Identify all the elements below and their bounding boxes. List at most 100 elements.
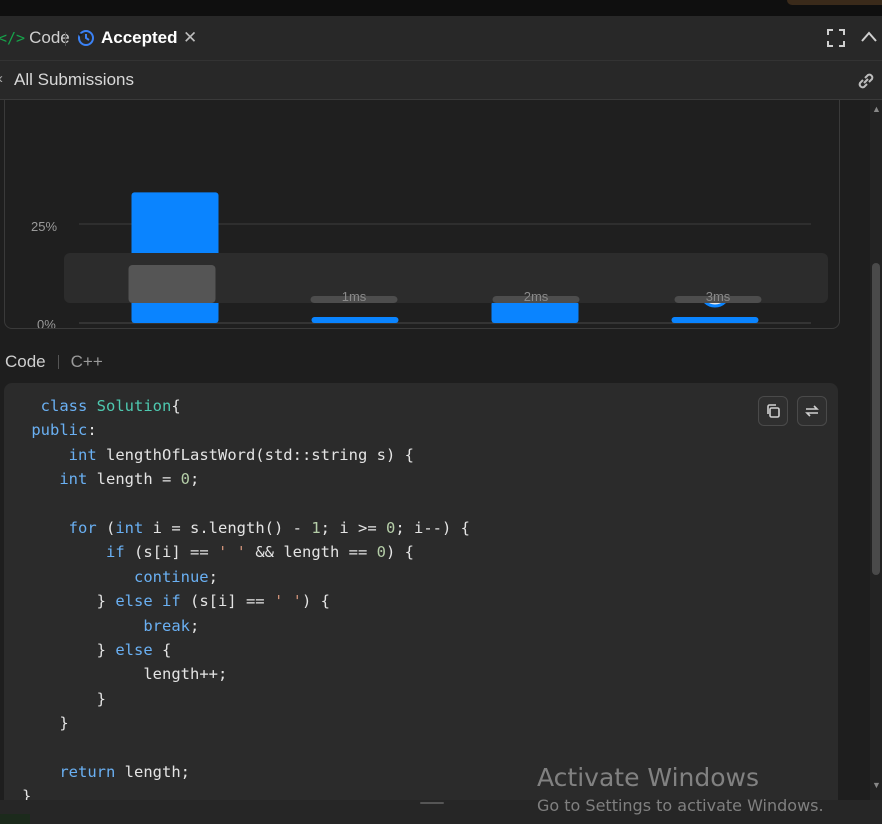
navigator-label-2ms: 2ms xyxy=(524,289,549,303)
code-token: ; xyxy=(208,567,218,586)
code-token: 0 xyxy=(180,470,190,489)
code-icon: </> xyxy=(0,29,26,47)
submission-header: ‹ All Submissions xyxy=(0,61,882,100)
scrollbar-thumb[interactable] xyxy=(872,263,880,575)
code-token: public xyxy=(31,421,88,440)
code-token: (s[i] == xyxy=(134,543,218,562)
code-token: ; xyxy=(190,470,200,489)
code-token: return xyxy=(59,763,125,781)
tab-accepted-label: Accepted xyxy=(101,28,178,47)
tab-accepted[interactable]: Accepted xyxy=(77,26,178,50)
bar-2ms[interactable] xyxy=(491,301,579,323)
bar-1ms[interactable] xyxy=(311,317,399,323)
link-icon[interactable] xyxy=(855,71,877,96)
swap-icon xyxy=(805,405,819,417)
open-in-editor-button[interactable] xyxy=(797,396,827,426)
y-tick-label-0: 0% xyxy=(37,317,56,328)
close-tab-icon[interactable]: ✕ xyxy=(183,28,197,48)
tab-divider xyxy=(65,32,66,46)
code-token: class xyxy=(40,397,97,415)
copy-icon xyxy=(767,404,780,418)
code-line: } else { xyxy=(22,640,172,660)
scroll-down-icon[interactable]: ▼ xyxy=(872,780,881,790)
code-token: length++; xyxy=(143,665,228,684)
code-token: int xyxy=(59,470,97,489)
window-top-strip xyxy=(0,0,882,16)
code-token: } xyxy=(96,592,116,611)
watermark-subtitle: Go to Settings to activate Windows. xyxy=(537,796,824,815)
code-line: return length; xyxy=(22,762,190,782)
bar-3ms[interactable] xyxy=(671,317,759,323)
code-token: } xyxy=(96,641,116,659)
code-token: int xyxy=(68,445,106,464)
y-tick-label-25: 25% xyxy=(31,219,57,234)
code-token: ) { xyxy=(386,543,414,562)
code-token: 0 xyxy=(376,543,386,562)
code-token: ; i >= xyxy=(320,519,386,537)
code-viewer[interactable]: class Solution{ public: int lengthOfLast… xyxy=(4,383,838,800)
code-line: } xyxy=(22,713,69,733)
runtime-distribution-card: 25% 0% 1ms 2ms 3ms 1ms 2ms 3ms xyxy=(4,100,840,329)
back-chevron-icon[interactable]: ‹ xyxy=(0,70,3,87)
code-line: } xyxy=(22,786,31,800)
navigator-svg: 1ms 2ms 3ms xyxy=(128,265,762,303)
vertical-scrollbar[interactable]: ▲ ▼ xyxy=(870,100,882,800)
code-line: break; xyxy=(22,616,199,636)
code-token: ; xyxy=(190,616,200,635)
code-token: } xyxy=(59,714,69,733)
all-submissions-link[interactable]: All Submissions xyxy=(14,70,134,90)
chevron-up-icon[interactable] xyxy=(860,30,878,49)
history-icon xyxy=(78,30,94,46)
code-token: continue xyxy=(133,567,209,586)
code-token: (s[i] == xyxy=(189,592,274,611)
expand-icon[interactable] xyxy=(826,28,846,53)
code-token: ' ' xyxy=(273,592,302,611)
tab-code[interactable]: </> Code xyxy=(0,26,70,50)
code-token: } xyxy=(22,787,32,800)
code-line: int length = 0; xyxy=(22,469,199,489)
code-language: C++ xyxy=(70,352,103,371)
code-section-title: Code xyxy=(5,352,46,371)
tab-code-label: Code xyxy=(29,28,70,47)
code-line: length++; xyxy=(22,664,227,684)
chart-range-navigator[interactable]: 1ms 2ms 3ms xyxy=(64,253,828,303)
code-token: else xyxy=(115,641,162,659)
code-line: } xyxy=(22,689,106,709)
code-token: i = s. xyxy=(152,519,209,537)
code-token: Solution xyxy=(96,397,172,415)
code-token: ; i--) { xyxy=(395,519,470,537)
code-token: break xyxy=(143,616,190,635)
windows-activation-watermark: Activate Windows Go to Settings to activ… xyxy=(537,763,824,815)
navigator-bar-first xyxy=(128,265,216,303)
code-line: class Solution{ xyxy=(22,396,181,416)
code-token: : xyxy=(87,421,97,440)
code-token: } xyxy=(96,689,106,708)
code-token: ' ' xyxy=(218,543,246,562)
bottom-accent xyxy=(0,814,30,824)
submission-detail-panel: 25% 0% 1ms 2ms 3ms 1ms 2ms 3ms Code C++ clas… xyxy=(0,100,870,800)
code-token: { xyxy=(162,641,172,659)
code-token: 1 xyxy=(311,519,321,537)
code-line: } else if (s[i] == ' ') { xyxy=(22,591,330,611)
code-line: int lengthOfLastWord(std::string s) { xyxy=(22,445,414,465)
copy-code-button[interactable] xyxy=(758,396,788,426)
code-token: { xyxy=(171,397,181,415)
resize-grip[interactable] xyxy=(420,802,444,804)
code-token: lengthOfLastWord(std::string s) { xyxy=(106,445,414,464)
code-section-header: Code C++ xyxy=(5,352,103,372)
code-token: ) { xyxy=(301,592,330,611)
scroll-up-icon[interactable]: ▲ xyxy=(872,104,881,114)
